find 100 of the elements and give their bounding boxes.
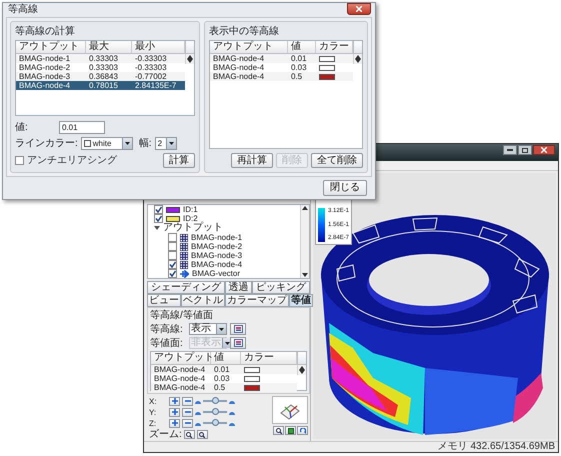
tree-item[interactable]: BMAG-node-3 — [191, 251, 242, 260]
tree-item[interactable]: BMAG-node-4 — [191, 260, 242, 269]
minus-button[interactable] — [182, 396, 193, 406]
checkbox[interactable] — [154, 214, 163, 223]
zoom-out-icon — [199, 432, 206, 438]
memory-status: メモリ 432.65/1354.69MB — [438, 442, 555, 452]
minimize-icon — [507, 149, 513, 151]
column-header[interactable]: アウトプット — [16, 41, 86, 53]
tab[interactable]: ベクトル — [181, 294, 225, 307]
scrollbar[interactable] — [185, 54, 194, 64]
checkbox[interactable] — [15, 156, 24, 165]
reset-view-button[interactable] — [285, 426, 296, 435]
button[interactable]: 閉じる — [323, 180, 367, 196]
caret-icon — [225, 342, 230, 344]
palette-icon — [234, 325, 242, 333]
table-cell-text: 0.5 — [290, 72, 304, 81]
tree-item[interactable]: BMAG-vector — [192, 269, 240, 278]
table-cell-text: 0.01 — [213, 365, 231, 374]
table-cell-text: 0.36843 — [88, 72, 119, 81]
tree-item[interactable]: ID:2 — [183, 214, 198, 223]
slider-thumb[interactable] — [212, 419, 218, 426]
value-field[interactable]: 0.01 — [59, 121, 105, 134]
scrollbar[interactable] — [353, 54, 362, 64]
field-label: ラインカラー: — [15, 138, 78, 149]
field-label: 幅: — [138, 138, 152, 149]
column-header[interactable]: 値 — [211, 352, 241, 364]
axis-label: Y: — [149, 408, 158, 416]
plus-icon — [172, 420, 178, 426]
group-title: 表示中の等高線 — [209, 26, 280, 37]
dialog-title: 等高線 — [8, 3, 38, 16]
button[interactable]: 再計算 — [231, 153, 273, 168]
group-title: 等高線の計算 — [15, 26, 76, 37]
table-row[interactable]: BMAG-node-1 0.33303 -0.33303 — [16, 54, 185, 63]
tab[interactable]: 等値 — [289, 294, 313, 307]
table-row[interactable]: BMAG-node-3 0.36843 -0.77002 — [16, 72, 185, 81]
column-header[interactable]: 最大 — [86, 41, 132, 53]
color-dropdown[interactable]: white — [80, 137, 133, 150]
plus-button[interactable] — [169, 408, 180, 416]
checkbox[interactable] — [168, 233, 177, 242]
dropdown-value: white — [92, 139, 112, 148]
minus-button[interactable] — [182, 418, 193, 428]
table-cell-text: BMAG-node-4 — [212, 54, 266, 63]
tree-item[interactable]: ID:1 — [183, 205, 198, 214]
search-icon — [276, 428, 282, 434]
zoom-out-button[interactable] — [196, 430, 208, 439]
palette-icon — [234, 339, 242, 347]
checkbox[interactable] — [168, 269, 177, 278]
checkbox[interactable] — [154, 205, 163, 214]
axis-label: X: — [149, 396, 158, 406]
palette-button[interactable] — [230, 337, 246, 349]
close-button[interactable] — [533, 145, 555, 155]
plus-icon — [172, 398, 178, 404]
slider-thumb[interactable] — [212, 397, 218, 404]
color-scale-bar — [318, 208, 325, 242]
minus-button[interactable] — [182, 408, 193, 416]
cube-icon — [288, 428, 294, 434]
button[interactable]: 全て削除 — [311, 153, 363, 168]
dropdown-value: 2 — [156, 139, 164, 148]
rotate-button[interactable] — [297, 426, 308, 435]
field-label: 等値面: — [150, 338, 184, 348]
column-header[interactable]: アウトプット — [151, 352, 211, 364]
table-cell-text: 0.03 — [213, 374, 231, 383]
slider-thumb[interactable] — [212, 408, 218, 415]
table-row[interactable]: BMAG-node-4 0.01 — [210, 54, 353, 63]
table-cell-text: BMAG-node-4 — [153, 383, 206, 392]
plus-button[interactable] — [169, 396, 180, 406]
tab[interactable]: 透過 — [224, 281, 252, 294]
checkbox[interactable] — [168, 242, 177, 251]
dropdown-value: 非表示 — [190, 338, 222, 348]
button[interactable]: 計算 — [163, 153, 195, 168]
checkbox[interactable] — [168, 251, 177, 260]
tab[interactable]: ピッキング — [252, 281, 310, 294]
scrollbar[interactable] — [300, 205, 309, 278]
scrollbar[interactable] — [297, 365, 306, 375]
column-header[interactable]: 値 — [288, 41, 316, 53]
table-row[interactable]: BMAG-node-4 0.5 — [210, 72, 353, 81]
close-button[interactable] — [347, 3, 371, 15]
tree-item[interactable]: BMAG-node-1 — [191, 233, 242, 242]
zoom-in-button[interactable] — [184, 430, 195, 439]
fit-view-button[interactable] — [273, 426, 284, 435]
minimize-button[interactable] — [503, 145, 517, 155]
tree-item[interactable]: BMAG-node-2 — [191, 242, 242, 251]
scroll-down-icon — [299, 370, 305, 374]
palette-button[interactable] — [230, 323, 246, 335]
dropdown[interactable]: 表示 — [189, 323, 227, 335]
table-cell-text: BMAG-node-4 — [212, 63, 266, 72]
column-header[interactable]: アウトプット — [210, 41, 288, 53]
table-row[interactable]: BMAG-node-4 0.78015 2.84135E-7 — [16, 81, 185, 90]
tab[interactable]: カラーマップ — [225, 294, 289, 307]
checkbox[interactable] — [168, 260, 177, 269]
tab[interactable]: シェーディング — [147, 281, 225, 294]
scroll-up-icon — [302, 206, 308, 210]
maximize-icon — [522, 148, 528, 152]
plus-button[interactable] — [169, 418, 180, 428]
tree-item[interactable]: アウトプット — [163, 223, 223, 233]
tab[interactable]: ビュー — [147, 294, 181, 307]
maximize-button[interactable] — [518, 145, 532, 155]
width-dropdown[interactable]: 2 — [154, 137, 177, 150]
table-cell-text: BMAG-node-3 — [18, 72, 72, 81]
caret-icon — [219, 328, 224, 330]
